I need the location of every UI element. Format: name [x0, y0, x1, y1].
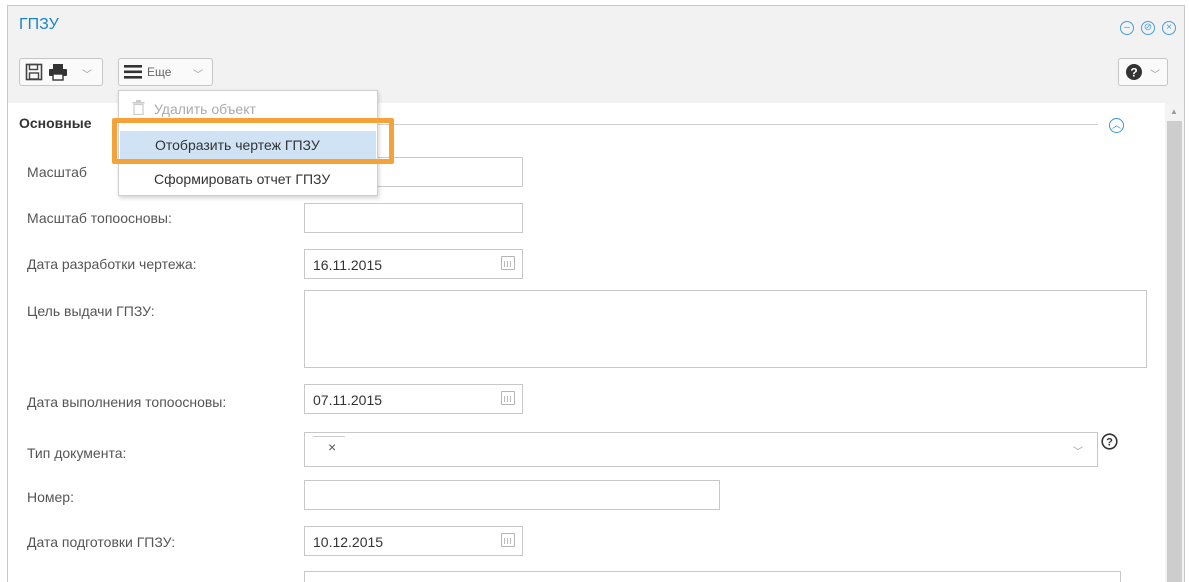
- section-title: Основные: [19, 115, 92, 131]
- chevron-down-icon: ﹀: [193, 70, 203, 81]
- scale-drawing-label: Масштаб: [27, 164, 87, 180]
- number-label: Номер:: [27, 489, 74, 505]
- scrollbar[interactable]: ▲: [1165, 103, 1184, 582]
- more-label: Еще: [147, 65, 172, 79]
- more-button[interactable]: Еще ﹀: [118, 58, 213, 86]
- close-icon[interactable]: ×: [1162, 21, 1176, 35]
- svg-text:?: ?: [1106, 437, 1113, 449]
- highlight-frame: [112, 118, 394, 164]
- scroll-up-icon[interactable]: ▲: [1170, 107, 1178, 116]
- svg-text:?: ?: [1130, 66, 1137, 80]
- remove-tag-icon[interactable]: ×: [328, 439, 336, 455]
- related-field[interactable]: [304, 571, 1121, 582]
- print-icon[interactable]: [48, 63, 68, 81]
- save-print-group: ﹀: [19, 58, 103, 86]
- calendar-icon[interactable]: [501, 533, 515, 547]
- help-button[interactable]: ? ﹀: [1118, 58, 1168, 86]
- title-bar: ГПЗУ – ⊘ ×: [8, 6, 1184, 46]
- number-input[interactable]: [304, 480, 720, 510]
- purpose-label: Цель выдачи ГПЗУ:: [27, 303, 155, 319]
- print-chevron-down-icon[interactable]: ﹀: [82, 66, 92, 81]
- menu-item-generate-report[interactable]: Сформировать отчет ГПЗУ: [119, 165, 377, 193]
- topo-date-label: Дата выполнения топоосновы:: [27, 394, 227, 410]
- scale-topo-label: Масштаб топоосновы:: [27, 210, 172, 226]
- drawing-date-input[interactable]: 16.11.2015: [304, 249, 523, 279]
- trash-icon: [132, 100, 145, 116]
- menu-item-label: Удалить объект: [154, 101, 256, 117]
- menu-icon: [124, 65, 142, 79]
- minimize-icon[interactable]: –: [1120, 21, 1134, 35]
- save-icon[interactable]: [25, 63, 43, 81]
- purpose-textarea[interactable]: [304, 290, 1147, 368]
- collapse-section-icon[interactable]: ︿: [1109, 118, 1124, 133]
- prep-date-label: Дата подготовки ГПЗУ:: [27, 534, 176, 550]
- chevron-down-icon[interactable]: ﹀: [1073, 443, 1083, 458]
- doc-type-select[interactable]: × ﹀: [304, 432, 1098, 467]
- doc-type-tag: ×: [313, 436, 345, 455]
- calendar-icon[interactable]: [501, 256, 515, 270]
- window-title: ГПЗУ: [19, 16, 59, 33]
- help-icon[interactable]: ?: [1101, 433, 1118, 450]
- scale-topo-input[interactable]: [304, 203, 523, 233]
- menu-item-label: Сформировать отчет ГПЗУ: [154, 171, 331, 187]
- doc-type-label: Тип документа:: [27, 445, 127, 461]
- restore-icon[interactable]: ⊘: [1141, 21, 1155, 35]
- help-chevron-down-icon: ﹀: [1150, 70, 1160, 81]
- help-icon: ?: [1125, 63, 1143, 81]
- scroll-thumb[interactable]: [1167, 121, 1182, 582]
- topo-date-input[interactable]: 07.11.2015: [304, 384, 523, 414]
- calendar-icon[interactable]: [501, 391, 515, 405]
- prep-date-input[interactable]: 10.12.2015: [304, 526, 523, 556]
- drawing-date-label: Дата разработки чертежа:: [27, 256, 197, 272]
